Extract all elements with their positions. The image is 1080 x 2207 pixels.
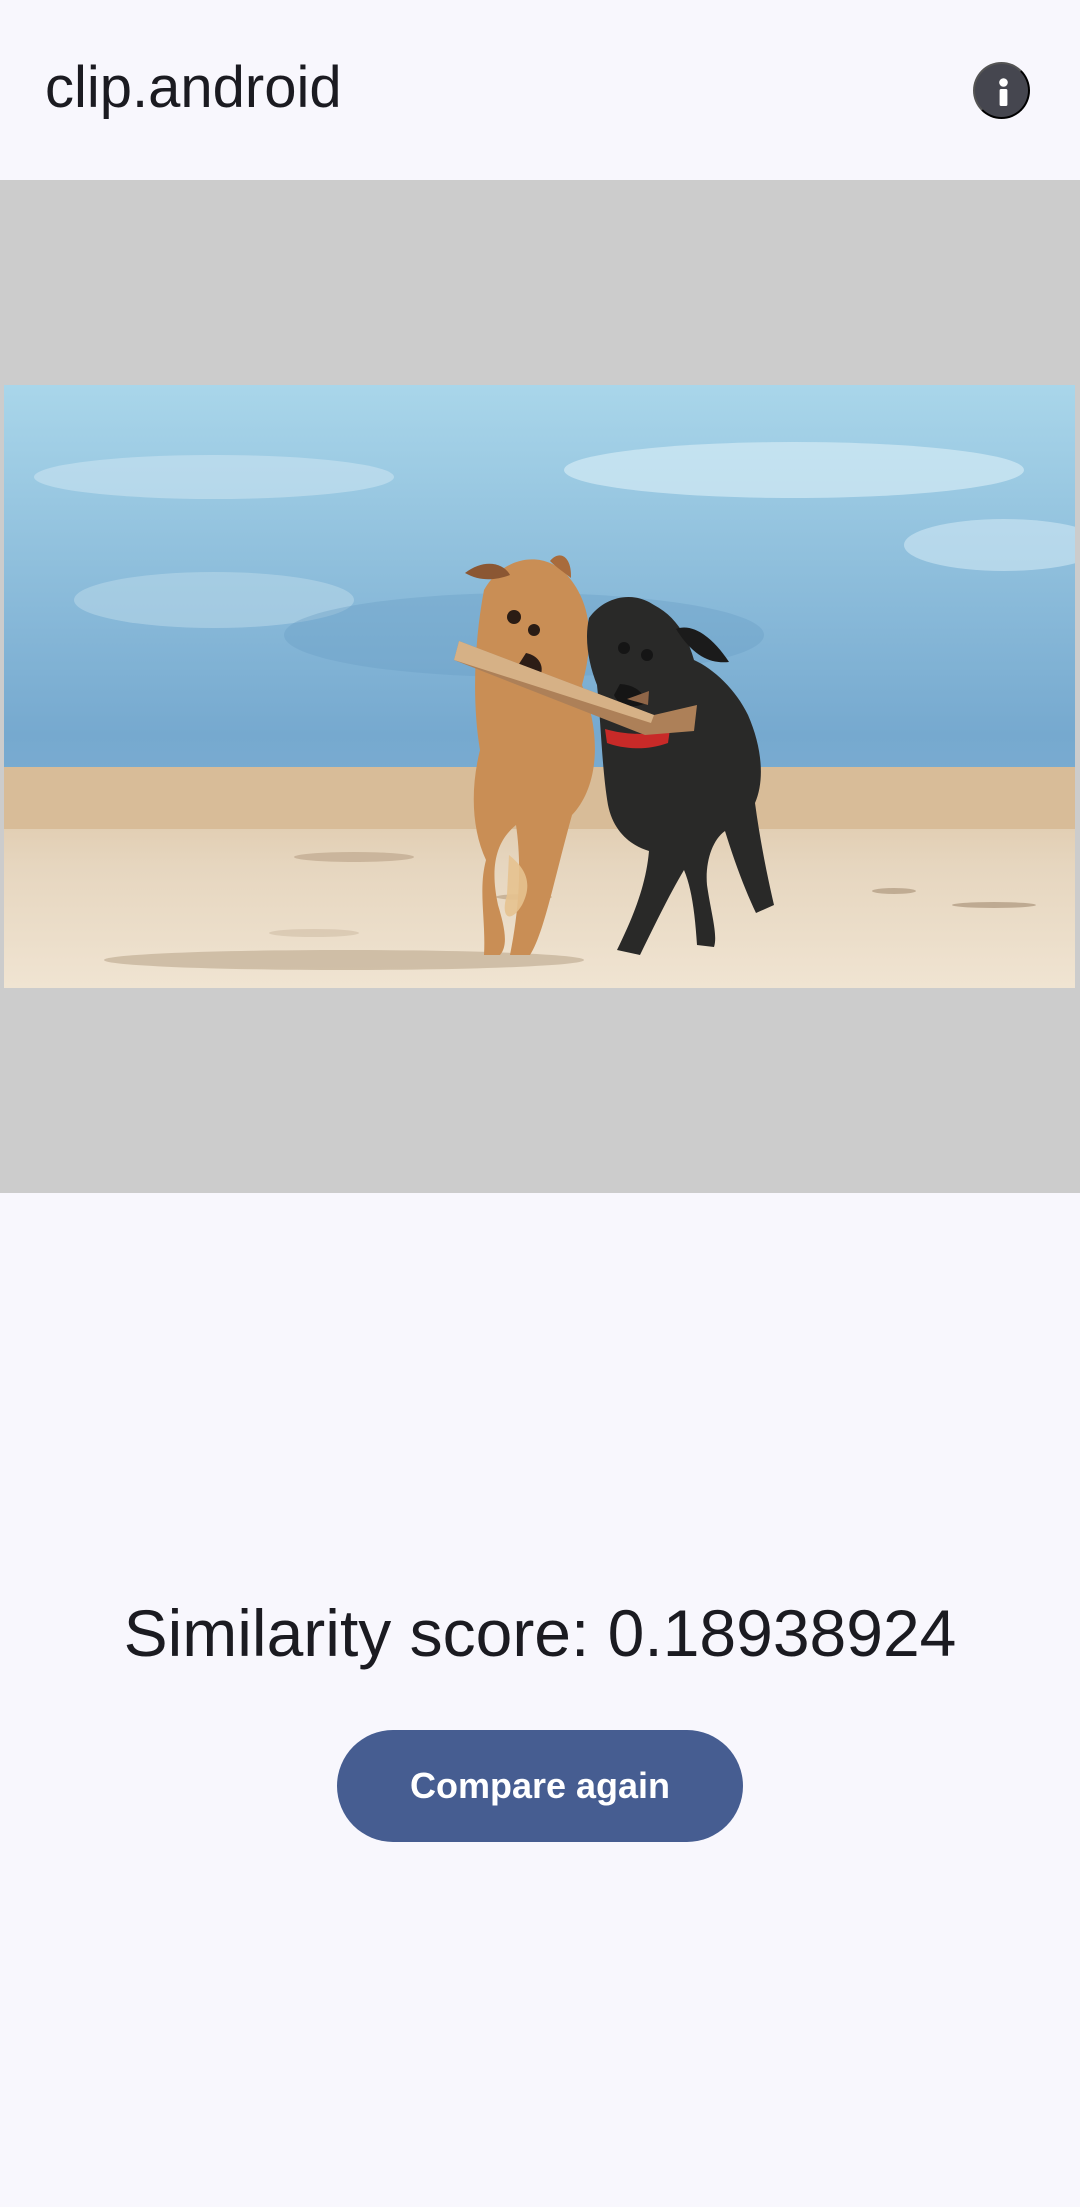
compare-again-button[interactable]: Compare again xyxy=(337,1730,743,1842)
app-title: clip.android xyxy=(45,55,342,120)
image-preview-area xyxy=(0,180,1080,1193)
top-app-bar: clip.android xyxy=(0,0,1080,180)
dogs-beach-photo xyxy=(4,385,1075,988)
similarity-score-text: Similarity score: 0.18938924 xyxy=(123,1596,957,1670)
info-icon[interactable] xyxy=(973,62,1030,119)
